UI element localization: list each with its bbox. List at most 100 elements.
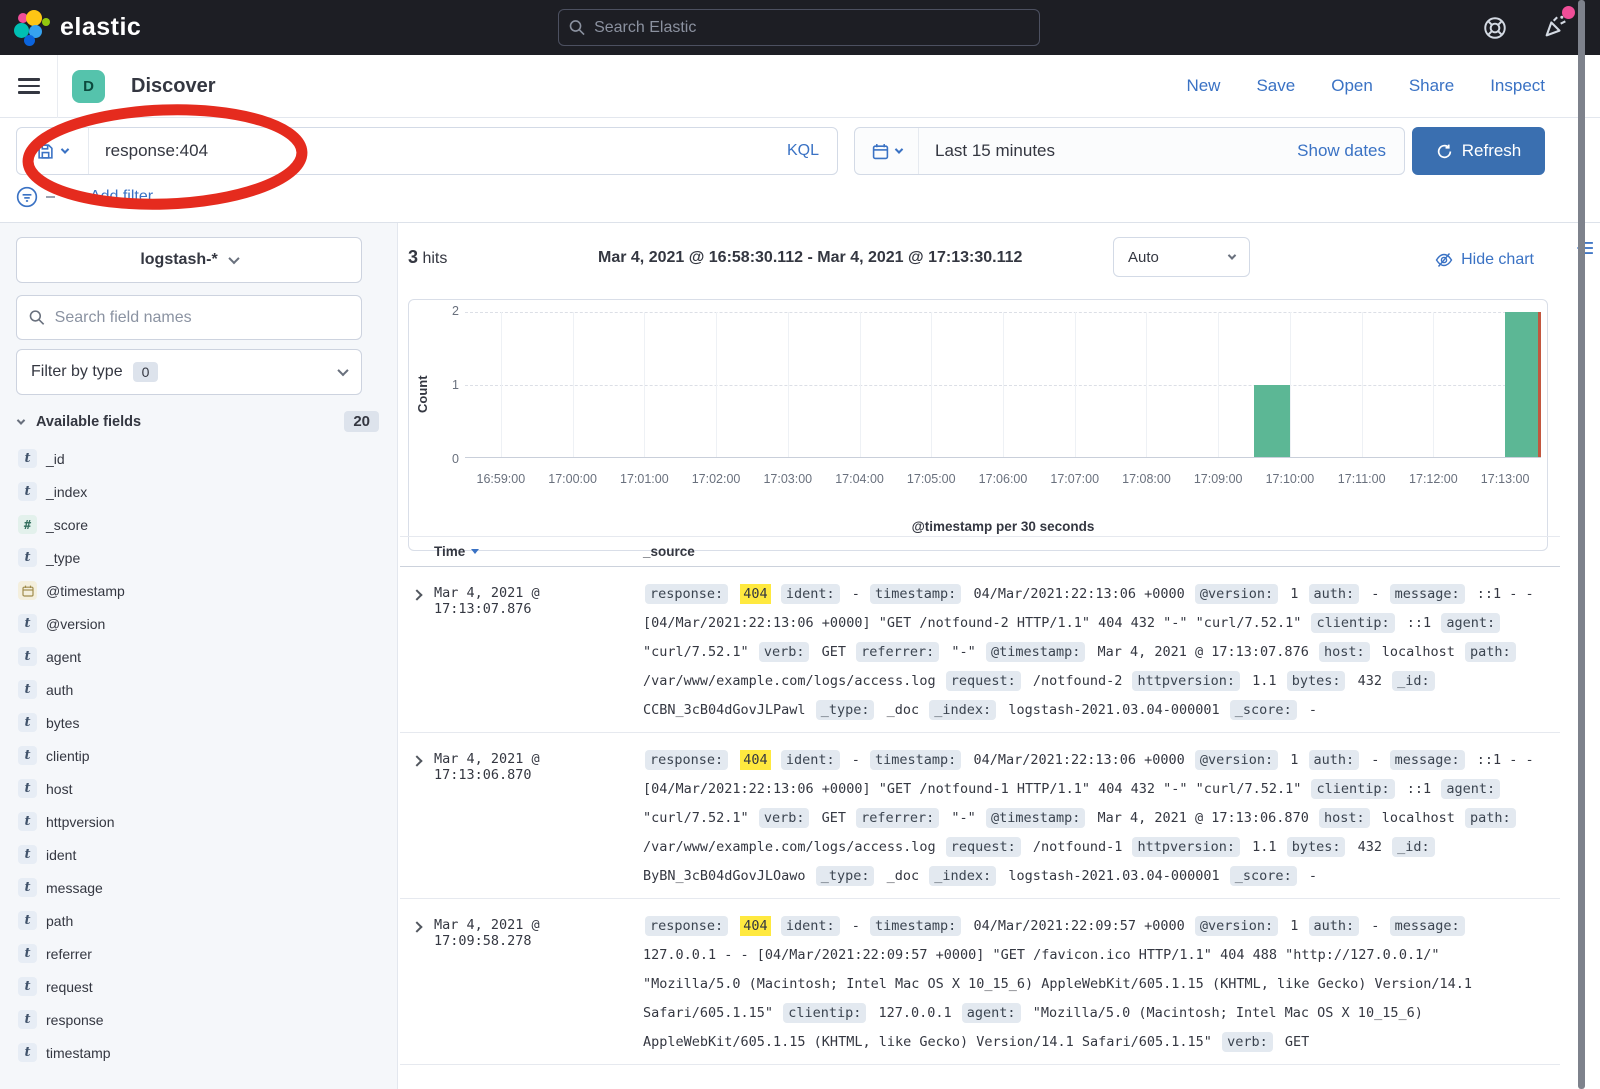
filter-icon[interactable] [16,186,38,208]
source-field-badge: clientip: [783,1003,866,1023]
y-axis-tick-label: 1 [452,378,459,392]
query-language-button[interactable]: KQL [769,142,837,160]
sidebar-field-timestamp[interactable]: ttimestamp [16,1036,381,1069]
source-field-badge: _index: [929,866,996,886]
saved-query-menu-button[interactable] [17,128,89,174]
field-name: httpversion [46,814,114,830]
search-icon [569,19,585,36]
source-value: logstash-2021.03.04-000001 [1008,702,1219,718]
source-value: /notfound-2 [1033,673,1122,689]
index-pattern-select[interactable]: logstash-* [16,237,362,283]
global-search[interactable] [558,9,1040,46]
sidebar-field-response[interactable]: tresponse [16,1003,381,1036]
discover-main: 3 hits Mar 4, 2021 @ 16:58:30.112 - Mar … [398,223,1560,1089]
field-search-input[interactable] [55,309,349,327]
source-value: - [1371,918,1379,934]
sidebar-field-httpversion[interactable]: thttpversion [16,805,381,838]
field-name: _type [46,550,80,566]
newsfeed-button[interactable] [1542,12,1570,43]
menu-button[interactable] [0,55,58,118]
x-axis-tick-label: 17:04:00 [835,472,884,486]
field-name: request [46,979,93,995]
source-value: CCBN_3cB04dGovJLPawl [643,702,806,718]
field-type-string-icon: t [18,779,37,798]
expand-row-button[interactable] [400,746,434,891]
expand-row-button[interactable] [400,580,434,725]
field-name: @version [46,616,105,632]
source-value: 432 [1358,839,1382,855]
source-field-badge: message: [1390,750,1465,770]
sidebar-field-clientip[interactable]: tclientip [16,739,381,772]
source-field-badge: verb: [1222,1032,1273,1052]
sidebar-field-_score[interactable]: #_score [16,508,381,541]
help-icon[interactable] [1482,15,1508,41]
hide-chart-button[interactable]: Hide chart [1435,251,1534,269]
source-value: localhost [1382,644,1455,660]
sidebar-field-auth[interactable]: tauth [16,673,381,706]
save-button[interactable]: Save [1256,76,1295,96]
table-row: Mar 4, 2021 @ 17:09:58.278response: 404 … [400,899,1560,1065]
show-dates-button[interactable]: Show dates [1297,141,1404,161]
field-name: auth [46,682,73,698]
sidebar-field-bytes[interactable]: tbytes [16,706,381,739]
refresh-button[interactable]: Refresh [1412,127,1545,175]
calendar-icon [872,143,889,160]
source-field-badge: verb: [759,808,810,828]
sidebar-field-_index[interactable]: t_index [16,475,381,508]
new-button[interactable]: New [1186,76,1220,96]
histogram-bar-17:09:30[interactable] [1254,385,1290,458]
time-range-button[interactable]: Last 15 minutes [919,141,1297,161]
gridline-vertical [644,312,645,457]
sidebar-field-agent[interactable]: tagent [16,640,381,673]
field-name: @timestamp [46,583,125,599]
x-axis-tick-label: 17:03:00 [763,472,812,486]
source-field-badge: clientip: [1311,613,1394,633]
quick-select-menu-button[interactable] [855,128,919,174]
share-button[interactable]: Share [1409,76,1454,96]
page-scrollbar[interactable] [1578,0,1585,1089]
field-type-string-icon: t [18,647,37,666]
source-field-badge: message: [1390,916,1465,936]
source-value: 04/Mar/2021:22:13:06 +0000 [973,752,1184,768]
sidebar-field-referrer[interactable]: treferrer [16,937,381,970]
source-field-badge: agent: [1441,779,1500,799]
doc-table-header: Time _source [400,536,1560,567]
toolbar-actions: New Save Open Share Inspect [1186,76,1545,96]
source-field-badge: host: [1319,642,1370,662]
field-search[interactable] [16,295,362,340]
field-name: ident [46,847,76,863]
histogram-bar-17:13:00[interactable] [1505,312,1541,457]
sidebar-field-message[interactable]: tmessage [16,871,381,904]
expand-row-button[interactable] [400,912,434,1057]
source-field-badge: _type: [816,866,875,886]
sidebar-field-request[interactable]: trequest [16,970,381,1003]
interval-select[interactable]: Auto [1113,237,1250,277]
query-input[interactable] [89,141,769,161]
sidebar-field-@timestamp[interactable]: @timestamp [16,574,381,607]
sidebar-field-_type[interactable]: t_type [16,541,381,574]
elastic-logo-icon[interactable] [14,9,52,47]
sidebar-field-host[interactable]: thost [16,772,381,805]
source-column-header: _source [643,544,695,559]
y-axis-tick-label: 0 [452,452,459,466]
sidebar-field-_id[interactable]: t_id [16,442,381,475]
filter-by-type-select[interactable]: Filter by type 0 [16,349,362,395]
source-field-badge: _score: [1230,700,1297,720]
y-axis-title: Count [415,375,430,413]
available-fields-count-badge: 20 [344,411,379,432]
doc-source: response: 404 ident: - timestamp: 04/Mar… [643,746,1560,891]
open-button[interactable]: Open [1331,76,1373,96]
field-name: _index [46,484,87,500]
time-column-header[interactable]: Time [400,544,643,559]
source-field-badge: _index: [929,700,996,720]
sidebar-field-ident[interactable]: tident [16,838,381,871]
gridline-vertical [931,312,932,457]
global-search-input[interactable] [594,19,1029,37]
sidebar-field-@version[interactable]: t@version [16,607,381,640]
doc-source: response: 404 ident: - timestamp: 04/Mar… [643,912,1560,1057]
add-filter-button[interactable]: + Add filter [77,188,153,206]
sidebar-field-path[interactable]: tpath [16,904,381,937]
source-field-badge: @version: [1195,916,1278,936]
inspect-button[interactable]: Inspect [1490,76,1545,96]
available-fields-header[interactable]: Available fields 20 [16,411,381,432]
